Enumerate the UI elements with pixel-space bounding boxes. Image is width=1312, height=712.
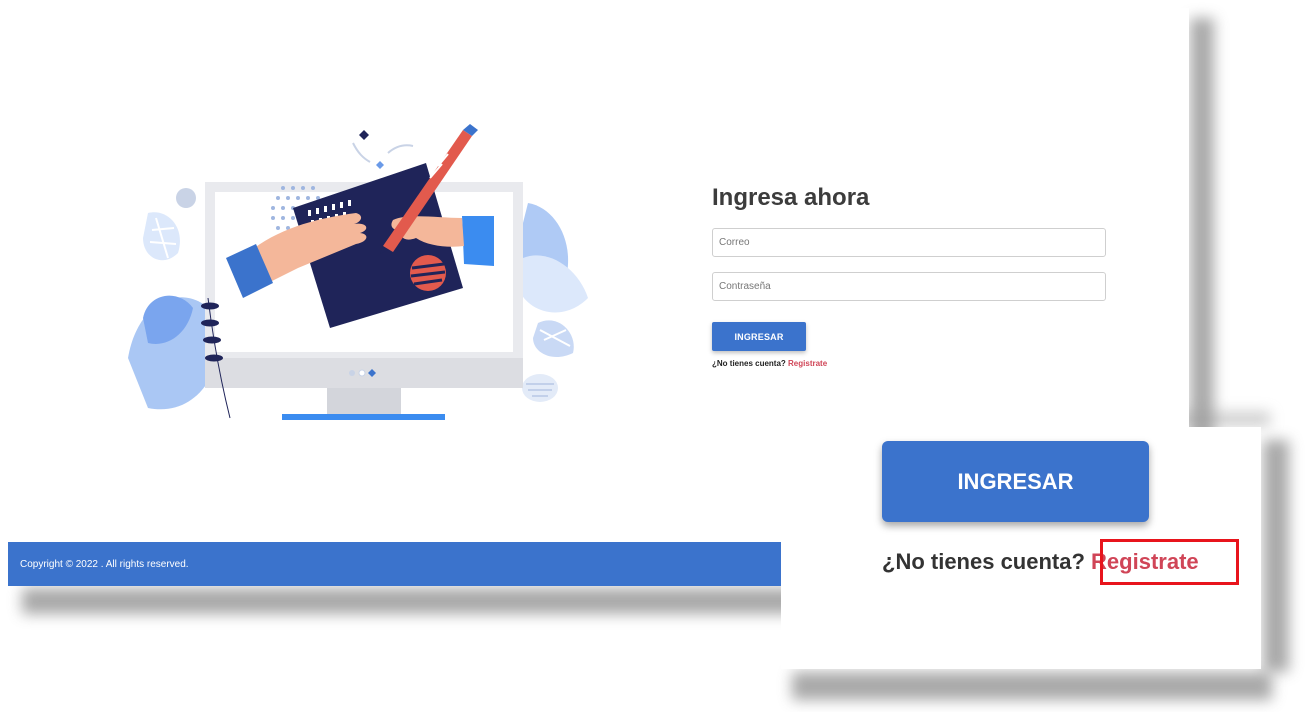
copyright-text: Copyright © 2022 . All rights reserved. — [20, 558, 189, 570]
login-form: Ingresa ahora INGRESAR ¿No tienes cuenta… — [712, 184, 1106, 368]
signup-prompt-text-zoomed: ¿No tienes cuenta? — [882, 549, 1085, 574]
signup-prompt: ¿No tienes cuenta? Registrate — [712, 359, 1106, 368]
signup-prompt-text: ¿No tienes cuenta? — [712, 359, 786, 368]
signup-link[interactable]: Registrate — [788, 359, 827, 368]
zoomed-detail: INGRESAR ¿No tienes cuenta? Registrate — [781, 427, 1261, 669]
zoom-shadow-right — [1263, 440, 1289, 672]
zoom-shadow-bottom — [792, 672, 1272, 700]
login-button[interactable]: INGRESAR — [712, 322, 806, 351]
highlight-box — [1100, 539, 1239, 585]
email-field[interactable] — [712, 228, 1106, 257]
password-field[interactable] — [712, 272, 1106, 301]
login-button-zoomed[interactable]: INGRESAR — [882, 441, 1149, 522]
computer-illustration — [128, 124, 588, 420]
login-title: Ingresa ahora — [712, 184, 870, 211]
